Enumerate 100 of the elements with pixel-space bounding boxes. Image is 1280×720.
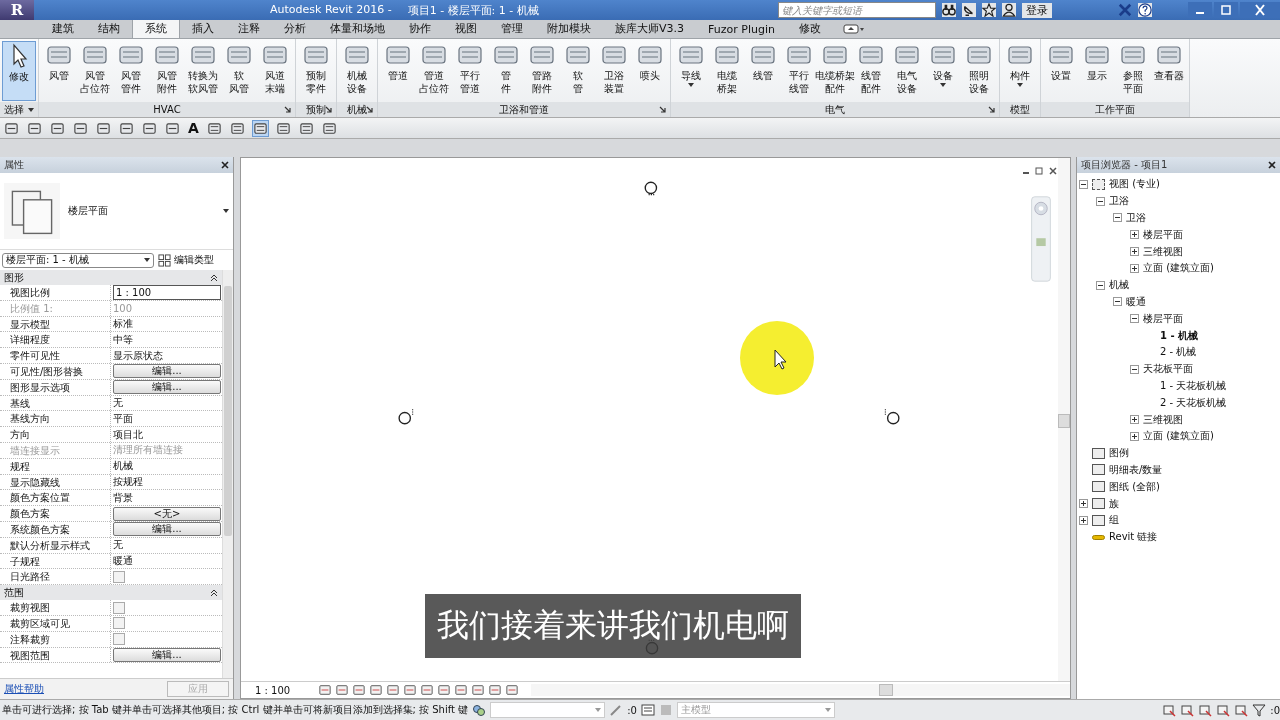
view-selector-dropdown[interactable]: 楼层平面: 1 - 机械 <box>2 252 154 268</box>
edit-button[interactable]: 编辑... <box>113 380 221 395</box>
tree-item[interactable]: 2 - 机械 <box>1160 345 1197 360</box>
ribbon-tab[interactable]: 结构 <box>86 20 132 38</box>
ribbon-tool-button[interactable]: 设置 <box>1043 41 1079 99</box>
ribbon-tool-button[interactable]: 风管 <box>41 41 77 99</box>
ribbon-tool-button[interactable]: 导线 <box>673 41 709 99</box>
ribbon-tab[interactable]: 体量和场地 <box>318 20 397 38</box>
view-window-controls-icon[interactable] <box>1022 166 1058 176</box>
scrollbar[interactable] <box>222 270 233 678</box>
section-header[interactable]: 图形 <box>0 270 222 285</box>
filter-icon[interactable] <box>1252 703 1267 717</box>
ribbon-tab[interactable]: 视图 <box>443 20 489 38</box>
view-scale-label[interactable]: 1 : 100 <box>255 684 291 696</box>
tree-item[interactable]: 图例 <box>1109 446 1129 461</box>
ribbon-tool-button[interactable]: 转换为 软风管 <box>185 41 221 99</box>
application-menu-button[interactable]: R <box>0 0 34 20</box>
tree-item[interactable]: 族 <box>1109 496 1119 511</box>
exchange-icon[interactable] <box>1118 3 1132 17</box>
checkbox[interactable] <box>113 570 125 583</box>
ribbon-tool-button[interactable]: 设备 <box>925 41 961 99</box>
properties-help-link[interactable]: 属性帮助 <box>4 682 44 696</box>
edit-button[interactable]: 编辑... <box>113 364 221 379</box>
dropdown-arrow-icon[interactable] <box>223 209 229 213</box>
dialog-launcher-icon[interactable] <box>659 106 667 114</box>
ribbon-panel-title[interactable]: HVAC <box>153 104 181 115</box>
help-icon[interactable] <box>1138 3 1152 17</box>
section-header[interactable]: 范围 <box>0 585 222 601</box>
scrollbar[interactable] <box>1058 158 1070 681</box>
tree-item[interactable]: 1 - 机械 <box>1160 328 1199 343</box>
drawing-canvas[interactable]: 我们接着来讲我们机电啊 <box>241 158 1070 681</box>
ribbon-tab[interactable]: 分析 <box>272 20 318 38</box>
tree-item[interactable]: 立面 (建筑立面) <box>1143 429 1214 444</box>
collapse-toggle[interactable] <box>1130 314 1139 324</box>
horizontal-scrollbar[interactable] <box>531 684 1070 696</box>
tree-item[interactable]: 1 - 天花板机械 <box>1160 378 1227 393</box>
ribbon-tool-button[interactable]: 风管 占位符 <box>77 41 113 99</box>
checkbox[interactable] <box>113 617 125 630</box>
ribbon-panel-title[interactable]: 卫浴和管道 <box>499 102 549 117</box>
tree-item[interactable]: 组 <box>1109 513 1119 528</box>
tree-item[interactable]: 机械 <box>1109 278 1129 293</box>
ribbon-tool-button[interactable]: 电缆桥架 配件 <box>817 41 853 99</box>
expand-toggle[interactable] <box>1130 431 1139 441</box>
ribbon-tool-button[interactable]: 管道 <box>380 41 416 99</box>
star-icon[interactable] <box>982 3 996 17</box>
search-field[interactable]: 键入关键字或短语 <box>778 2 936 18</box>
ribbon-tab[interactable]: 协作 <box>397 20 443 38</box>
expand-toggle[interactable] <box>1130 415 1139 425</box>
text-tool-button[interactable]: A <box>188 120 199 136</box>
edit-type-button[interactable]: 编辑类型 <box>158 253 214 267</box>
editing-requests-icon[interactable] <box>609 703 624 717</box>
dialog-launcher-icon[interactable] <box>988 106 996 114</box>
edit-button[interactable]: <无> <box>113 506 221 521</box>
checkbox[interactable] <box>113 633 125 646</box>
ribbon-tool-button[interactable]: 修改 <box>2 41 36 101</box>
collapse-toggle[interactable] <box>1113 213 1122 223</box>
ribbon-tool-button[interactable]: 风管 管件 <box>113 41 149 99</box>
close-icon[interactable] <box>1268 161 1276 169</box>
tree-item[interactable]: 三维视图 <box>1143 412 1183 427</box>
sign-in-link[interactable]: 登录 <box>1022 2 1052 18</box>
caret-icon[interactable] <box>28 107 34 112</box>
ribbon-toggle-icon[interactable] <box>842 24 865 34</box>
ribbon-tool-button[interactable]: 预制 零件 <box>298 41 334 99</box>
ribbon-tool-button[interactable]: 机械 设备 <box>339 41 375 99</box>
ribbon-tab[interactable]: 修改 <box>786 20 833 38</box>
design-options-icon[interactable] <box>640 703 655 717</box>
ribbon-tool-button[interactable]: 卫浴 装置 <box>596 41 632 99</box>
ribbon-tab[interactable]: 附加模块 <box>535 20 603 38</box>
ribbon-tool-button[interactable]: 电气 设备 <box>889 41 925 99</box>
expand-toggle[interactable] <box>1130 230 1139 240</box>
expand-toggle[interactable] <box>1079 499 1088 509</box>
ribbon-tool-button[interactable]: 喷头 <box>632 41 668 99</box>
collapse-toggle[interactable] <box>1096 280 1105 290</box>
ribbon-tool-button[interactable]: 平行 管道 <box>452 41 488 99</box>
ribbon-tab[interactable]: 注释 <box>226 20 272 38</box>
ribbon-tool-button[interactable]: 软 风管 <box>221 41 257 99</box>
tree-item[interactable]: 视图 (专业) <box>1109 177 1160 192</box>
tree-item[interactable]: 图纸 (全部) <box>1109 479 1160 494</box>
collapse-toggle[interactable] <box>1096 196 1105 206</box>
close-button[interactable] <box>1240 2 1280 18</box>
tree-item[interactable]: 卫浴 <box>1109 194 1129 209</box>
satellite-icon[interactable] <box>962 3 976 17</box>
ribbon-tool-button[interactable]: 管 件 <box>488 41 524 99</box>
tree-item[interactable]: 立面 (建筑立面) <box>1143 261 1214 276</box>
ribbon-tool-button[interactable]: 显示 <box>1079 41 1115 99</box>
ribbon-tab[interactable]: 建筑 <box>40 20 86 38</box>
checkbox[interactable] <box>113 601 125 614</box>
tree-item[interactable]: 楼层平面 <box>1143 311 1183 326</box>
ribbon-tool-button[interactable]: 风管 附件 <box>149 41 185 99</box>
ribbon-tool-button[interactable]: 管道 占位符 <box>416 41 452 99</box>
tree-item[interactable]: 2 - 天花板机械 <box>1160 395 1227 410</box>
ribbon-tool-button[interactable]: 风道 末端 <box>257 41 293 99</box>
expand-toggle[interactable] <box>1130 247 1139 257</box>
binoculars-icon[interactable] <box>942 3 956 17</box>
expand-toggle[interactable] <box>1130 263 1139 273</box>
ribbon-tab[interactable]: 族库大师V3.3 <box>603 20 697 38</box>
dialog-launcher-icon[interactable] <box>366 106 374 114</box>
tree-item[interactable]: 卫浴 <box>1126 211 1146 225</box>
tree-item[interactable]: 天花板平面 <box>1143 362 1193 377</box>
close-icon[interactable] <box>221 161 229 169</box>
